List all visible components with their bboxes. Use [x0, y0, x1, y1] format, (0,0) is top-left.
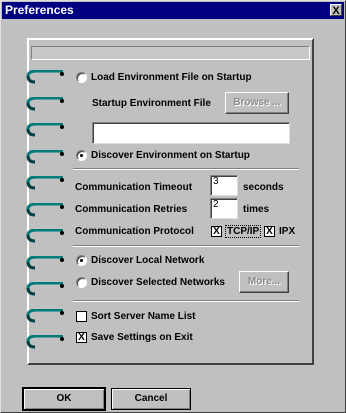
- browse-button[interactable]: Browse ...: [225, 92, 289, 114]
- save-settings-label[interactable]: Save Settings on Exit: [91, 332, 193, 344]
- notebook-top-strip: [31, 46, 310, 60]
- binding-ring-icon: [26, 256, 64, 270]
- discover-selected-label[interactable]: Discover Selected Networks: [91, 277, 225, 289]
- window-title: Preferences: [5, 3, 74, 17]
- title-bar[interactable]: Preferences X: [2, 2, 344, 19]
- comm-retries-label: Communication Retries: [75, 204, 188, 215]
- binding-ring-icon: [26, 70, 64, 84]
- binding-ring-icon: [26, 123, 64, 137]
- separator: [73, 168, 299, 170]
- discover-local-label[interactable]: Discover Local Network: [91, 255, 204, 267]
- sort-server-checkbox[interactable]: [76, 311, 87, 322]
- comm-timeout-unit: seconds: [243, 182, 284, 193]
- sort-server-label[interactable]: Sort Server Name List: [91, 311, 196, 323]
- tcpip-checkbox[interactable]: X: [211, 226, 222, 237]
- more-button[interactable]: More...: [239, 271, 289, 293]
- binding-ring-icon: [26, 309, 64, 323]
- comm-protocol-label: Communication Protocol: [75, 226, 194, 237]
- close-icon: X: [332, 5, 340, 17]
- ipx-checkbox[interactable]: X: [264, 226, 275, 237]
- comm-retries-unit: times: [243, 204, 270, 215]
- binding-ring-icon: [26, 97, 64, 111]
- binding-ring-icon: [26, 229, 64, 243]
- ipx-label[interactable]: IPX: [279, 226, 295, 238]
- separator: [73, 300, 299, 302]
- startup-env-file-input[interactable]: [92, 122, 290, 144]
- comm-retries-input[interactable]: 2: [210, 198, 238, 219]
- load-env-label[interactable]: Load Environment File on Startup: [91, 72, 252, 84]
- cancel-button[interactable]: Cancel: [111, 388, 191, 410]
- comm-timeout-input[interactable]: 3: [210, 175, 238, 196]
- discover-env-radio[interactable]: [76, 150, 87, 161]
- binding-ring-icon: [26, 150, 64, 164]
- discover-local-radio[interactable]: [76, 255, 87, 266]
- startup-env-file-label: Startup Environment File: [92, 98, 211, 109]
- ok-button[interactable]: OK: [22, 387, 106, 411]
- load-env-radio[interactable]: [76, 72, 87, 83]
- binding-ring-icon: [26, 335, 64, 349]
- binding-ring-icon: [26, 203, 64, 217]
- preferences-window: Preferences X Load Environment File on S…: [0, 0, 346, 413]
- binding-ring-icon: [26, 282, 64, 296]
- separator: [73, 245, 299, 247]
- discover-selected-radio[interactable]: [76, 277, 87, 288]
- comm-timeout-label: Communication Timeout: [75, 182, 193, 193]
- save-settings-checkbox[interactable]: X: [76, 332, 87, 343]
- tcpip-label[interactable]: TCP/IP: [225, 225, 262, 238]
- binding-ring-icon: [26, 176, 64, 190]
- close-button[interactable]: X: [330, 4, 342, 17]
- discover-env-label[interactable]: Discover Environment on Startup: [91, 150, 250, 162]
